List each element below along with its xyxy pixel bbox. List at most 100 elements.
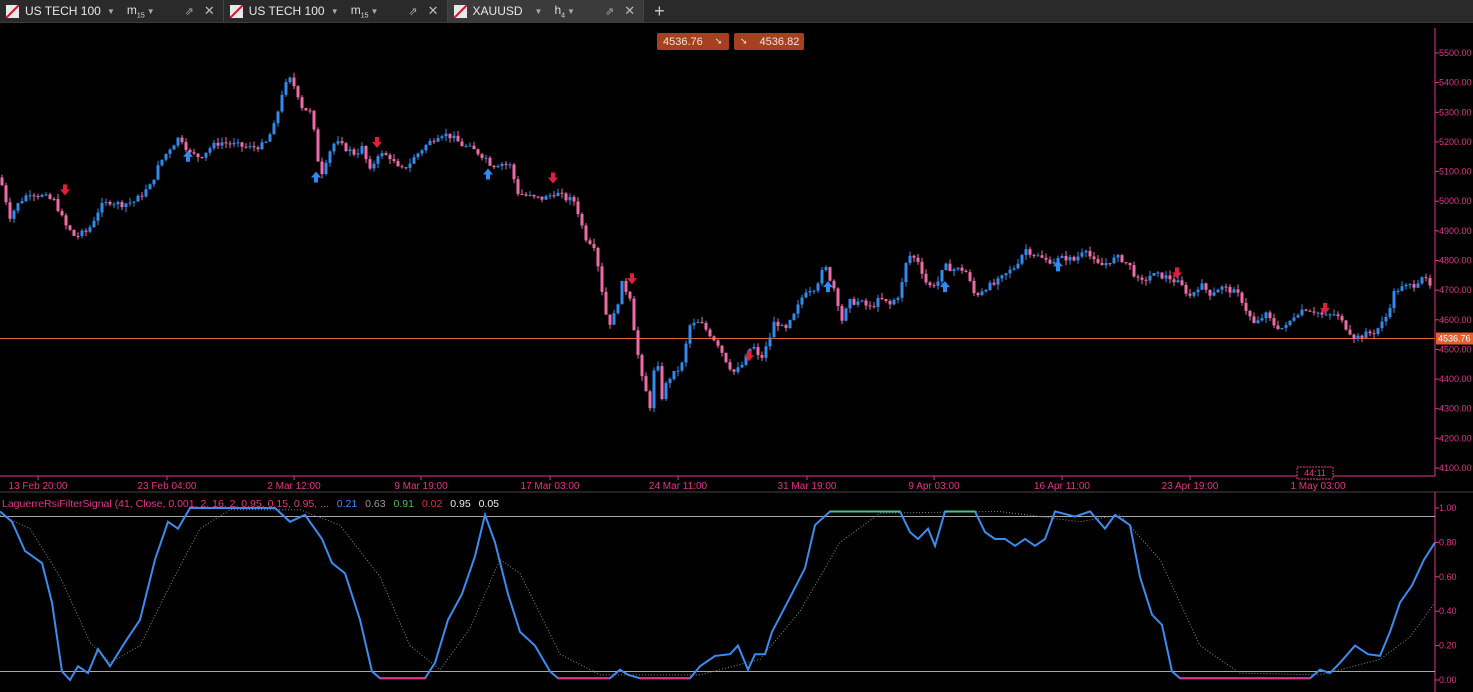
osc-tick-label: 0.60 — [1439, 572, 1457, 582]
candle-body — [300, 97, 304, 108]
candle — [1352, 333, 1356, 344]
candle — [660, 362, 664, 401]
chart-canvas[interactable]: 5500.00 5400.00 5300.00 5200.00 5100.00 5000.… — [0, 0, 1473, 692]
candle — [1368, 329, 1372, 337]
osc-tick-label: 0.40 — [1439, 606, 1457, 616]
candle — [956, 267, 960, 271]
candle-body — [496, 165, 500, 168]
candle — [1116, 253, 1120, 263]
candle-body — [732, 369, 736, 372]
candle-body — [1332, 314, 1336, 316]
candle — [540, 196, 544, 203]
candle — [968, 269, 972, 283]
candle-body — [80, 230, 84, 236]
candle-body — [584, 225, 588, 241]
candle — [1332, 309, 1336, 317]
candle-body — [1340, 316, 1344, 321]
candle — [68, 224, 72, 232]
candle — [332, 142, 336, 155]
candle — [864, 298, 868, 310]
candle-body — [336, 141, 340, 144]
candle — [344, 142, 348, 152]
candle-body — [1048, 259, 1052, 264]
candle-body — [692, 322, 696, 326]
candle — [460, 138, 464, 147]
candle — [1412, 279, 1416, 292]
candle — [1072, 255, 1076, 262]
candle — [352, 147, 356, 157]
candle-body — [1104, 263, 1108, 266]
price-tick-label: 5500.00 — [1439, 48, 1472, 58]
candle-body — [396, 161, 400, 167]
candle-body — [1320, 312, 1324, 315]
candle-body — [1420, 277, 1424, 284]
candle-body — [624, 280, 628, 292]
candle — [44, 192, 48, 197]
candle — [1428, 274, 1432, 289]
candle — [1088, 246, 1092, 260]
candle — [612, 309, 616, 325]
candle-body — [668, 379, 672, 384]
candle — [240, 141, 244, 152]
osc-tick-label: 1.00 — [1439, 503, 1457, 513]
indicator-legend: LaguerreRsiFilterSignal (41, Close, 0.00… — [2, 498, 504, 510]
candle-body — [1376, 328, 1380, 334]
candle-body — [1012, 268, 1016, 270]
candle-body — [428, 140, 432, 146]
time-tick-label: 13 Feb 20:00 — [9, 481, 68, 492]
candle — [1044, 253, 1048, 263]
candle — [508, 162, 512, 169]
candle-body — [1404, 284, 1408, 287]
candle — [200, 156, 204, 159]
candle-body — [964, 270, 968, 273]
candle-body — [1256, 320, 1260, 323]
candle — [884, 298, 888, 303]
candle — [388, 153, 392, 165]
candle-body — [444, 133, 448, 137]
candle-body — [360, 145, 364, 154]
candle-body — [216, 142, 220, 146]
candle-body — [908, 255, 912, 263]
candle — [184, 138, 188, 153]
candle-body — [808, 291, 812, 293]
candle-body — [680, 362, 684, 371]
candle-body — [204, 152, 208, 158]
candle-body — [664, 383, 668, 399]
candle-body — [836, 288, 840, 307]
candle-body — [1244, 302, 1248, 311]
candle — [1384, 313, 1388, 326]
candle-body — [736, 367, 740, 372]
candle-body — [904, 262, 908, 283]
candle — [600, 262, 604, 296]
candle-body — [524, 194, 528, 196]
candle — [1112, 254, 1116, 265]
candle-body — [800, 297, 804, 305]
time-tick-label: 31 Mar 19:00 — [778, 481, 837, 492]
candle — [800, 294, 804, 309]
candle-body — [1212, 292, 1216, 296]
candle — [1100, 257, 1104, 266]
candle-body — [228, 143, 232, 145]
candle — [1124, 262, 1128, 265]
candle-body — [288, 77, 292, 83]
candle-body — [688, 325, 692, 344]
candle-body — [768, 337, 772, 347]
candle — [664, 381, 668, 402]
candle-body — [184, 142, 188, 150]
candle-body — [716, 340, 720, 346]
candle — [824, 265, 828, 272]
candle — [580, 212, 584, 229]
candle-body — [1200, 283, 1204, 290]
candle — [1104, 258, 1108, 269]
candle — [1052, 258, 1056, 265]
candle — [588, 237, 592, 246]
candle-body — [1416, 283, 1420, 288]
buy-signal-arrow-icon — [311, 171, 321, 183]
candle-body — [1316, 312, 1320, 314]
candle — [1256, 316, 1260, 324]
candle-body — [1272, 318, 1276, 326]
candle-body — [160, 159, 164, 166]
candle — [504, 161, 508, 170]
candle — [144, 184, 148, 198]
candle — [668, 377, 672, 388]
